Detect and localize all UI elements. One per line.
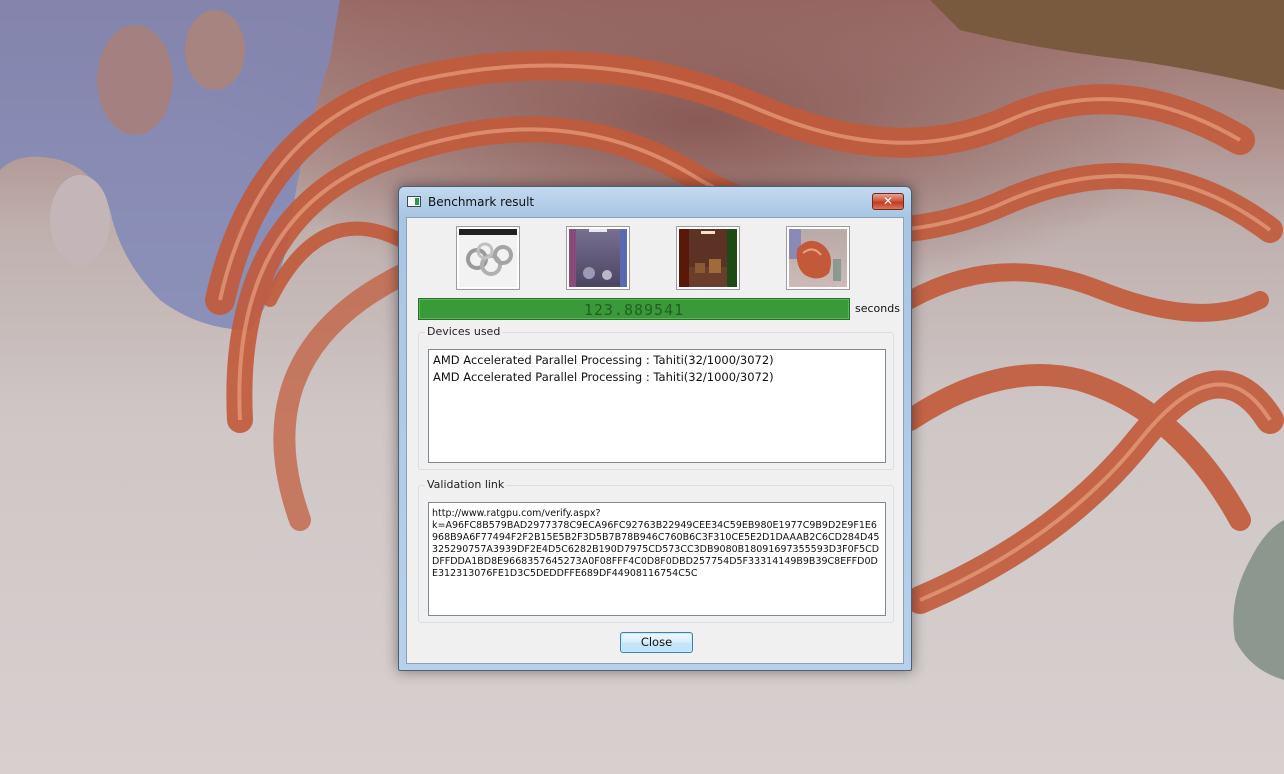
scene-thumbnail-4 xyxy=(786,226,850,290)
benchmark-result-dialog: Benchmark result ✕ 123.889541 seconds De… xyxy=(398,186,912,671)
window-title: Benchmark result xyxy=(428,195,535,209)
close-icon: ✕ xyxy=(882,194,894,208)
window-close-button[interactable]: ✕ xyxy=(872,193,904,210)
cornell-box-icon xyxy=(679,229,737,287)
close-button[interactable]: Close xyxy=(620,632,693,653)
scene-thumbnail-2 xyxy=(566,226,630,290)
glass-sculpture-icon xyxy=(789,229,847,287)
scene-thumbnail-1 xyxy=(456,226,520,290)
devices-list[interactable]: AMD Accelerated Parallel Processing : Ta… xyxy=(428,349,886,463)
validation-link-field[interactable]: http://www.ratgpu.com/verify.aspx? k=A96… xyxy=(428,502,886,616)
validation-group-label: Validation link xyxy=(425,478,507,491)
spheres-room-icon xyxy=(569,229,627,287)
validation-link-text[interactable]: http://www.ratgpu.com/verify.aspx? k=A96… xyxy=(432,508,882,580)
benchmark-time-bar: 123.889541 xyxy=(418,298,850,320)
devices-group: Devices used AMD Accelerated Parallel Pr… xyxy=(418,325,894,470)
list-item[interactable]: AMD Accelerated Parallel Processing : Ta… xyxy=(429,352,885,369)
devices-group-label: Devices used xyxy=(425,325,503,338)
dialog-content: 123.889541 seconds Devices used AMD Acce… xyxy=(406,217,904,664)
scene-thumbnail-3 xyxy=(676,226,740,290)
knots-scene-icon xyxy=(459,229,517,287)
validation-group: Validation link http://www.ratgpu.com/ve… xyxy=(418,478,894,623)
benchmark-time-value: 123.889541 xyxy=(583,301,685,319)
app-icon xyxy=(407,196,421,207)
list-item[interactable]: AMD Accelerated Parallel Processing : Ta… xyxy=(429,369,885,386)
title-bar[interactable]: Benchmark result ✕ xyxy=(399,187,911,217)
time-unit-label: seconds xyxy=(855,302,900,315)
